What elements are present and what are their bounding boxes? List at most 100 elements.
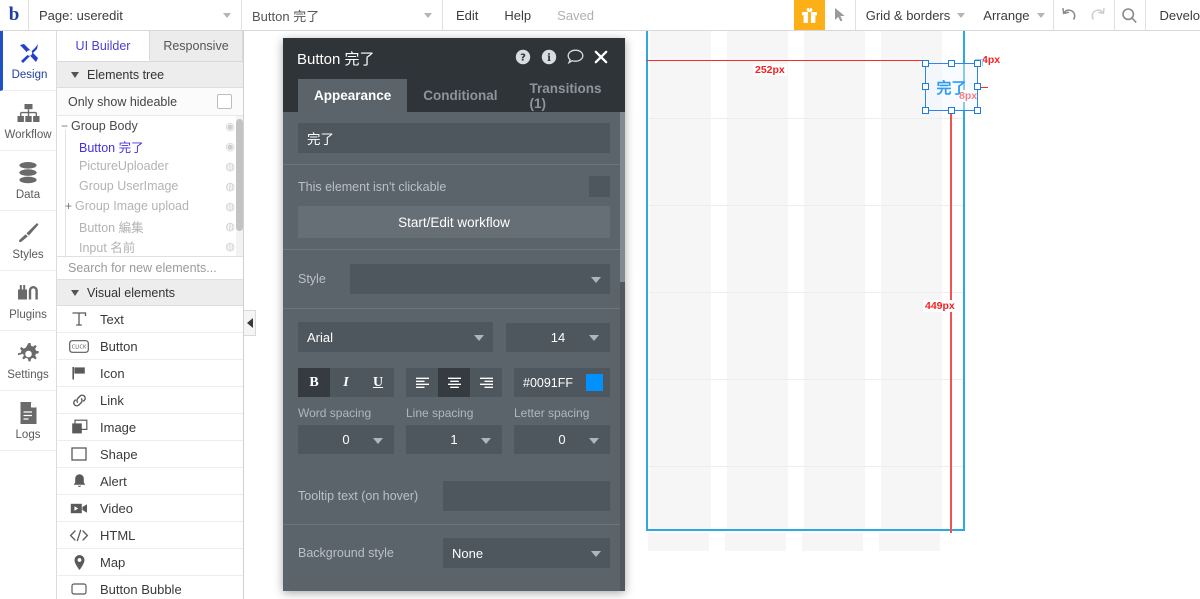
panel-collapse-button[interactable] [244,310,256,336]
elements-tree-header[interactable]: Elements tree [57,62,243,88]
tree-node-group-image-upload[interactable]: + Group Image upload ◍ [57,196,243,216]
element-item-text[interactable]: Text [57,306,243,333]
tree-node-group-userimage[interactable]: Group UserImage ◍ [57,176,243,196]
resize-handle-nw[interactable] [922,60,929,67]
background-label: Background style [298,546,394,560]
tooltip-input[interactable] [443,481,610,511]
question-mark-icon[interactable]: ? [510,49,536,69]
button-text-input[interactable]: 完了 [298,123,610,153]
sidebar-item-logs[interactable]: Logs [0,391,56,451]
cursor-arrow-icon[interactable] [825,0,855,30]
search-new-elements-input[interactable]: Search for new elements... [57,256,243,280]
style-select[interactable] [350,264,610,294]
search-icon[interactable] [1115,0,1145,30]
tab-transitions[interactable]: Transitions (1) [514,79,625,112]
dialog-scrollbar-thumb[interactable] [620,112,625,282]
not-clickable-row[interactable]: This element isn't clickable [298,176,610,197]
grid-column [727,31,788,529]
tree-node-group-body[interactable]: − Group Body ◉ [57,116,243,136]
tree-scrollbar-thumb[interactable] [236,119,243,231]
visual-elements-header[interactable]: Visual elements [57,280,243,306]
sidebar-item-plugins[interactable]: Plugins [0,271,56,331]
sidebar-item-styles[interactable]: Styles [0,211,56,271]
property-editor-dialog[interactable]: Button 完了 ? i Appearance Conditional Tra… [283,38,625,591]
resize-handle-n[interactable] [947,60,955,67]
element-item-shape[interactable]: Shape [57,441,243,468]
tree-node-pictureuploader[interactable]: PictureUploader ◍ [57,156,243,176]
grid-borders-menu[interactable]: Grid & borders [856,0,974,30]
element-item-video[interactable]: Video [57,495,243,522]
bubble-logo[interactable]: b [0,0,28,30]
tree-node-input-namae[interactable]: Input 名前 ◍ [57,236,243,256]
resize-handle-e[interactable] [974,83,981,90]
redo-icon[interactable] [1084,0,1114,30]
eye-off-icon[interactable]: ◍ [221,220,235,233]
element-item-map[interactable]: Map [57,549,243,576]
resize-handle-se[interactable] [974,107,981,114]
eye-off-icon[interactable]: ◍ [221,180,235,193]
sidebar-item-design[interactable]: Design [0,31,56,91]
tab-conditional[interactable]: Conditional [407,79,513,112]
not-clickable-checkbox[interactable] [589,176,610,197]
element-item-button[interactable]: CLICK Button [57,333,243,360]
line-spacing-select[interactable]: 1 [406,425,502,454]
resize-handle-ne[interactable] [974,60,981,67]
eye-icon[interactable]: ◉ [221,140,235,153]
tree-expander-icon[interactable]: − [61,119,71,133]
tab-appearance[interactable]: Appearance [298,79,408,112]
italic-button[interactable]: I [330,368,362,397]
edit-menu[interactable]: Edit [443,0,491,30]
tab-ui-builder[interactable]: UI Builder [57,31,150,61]
page-selector[interactable]: Page: useredit [29,0,241,30]
element-item-icon[interactable]: Icon [57,360,243,387]
start-edit-workflow-button[interactable]: Start/Edit workflow [298,206,610,238]
background-select[interactable]: None [443,538,610,568]
font-color-field[interactable]: #0091FF [514,368,610,397]
color-swatch[interactable] [586,374,603,391]
element-selector[interactable]: Button 完了 [242,0,442,30]
help-menu[interactable]: Help [491,0,544,30]
element-item-label: Alert [100,473,127,489]
sidebar-item-settings[interactable]: Settings [0,331,56,391]
eye-off-icon[interactable]: ◍ [221,240,235,253]
element-item-link[interactable]: Link [57,387,243,414]
eye-off-icon[interactable]: ◍ [221,160,235,173]
element-item-button-bubble[interactable]: Button Bubble [57,576,243,599]
align-left-button[interactable] [406,368,438,397]
element-item-html[interactable]: HTML [57,522,243,549]
font-family-select[interactable]: Arial [298,322,493,352]
resize-handle-s[interactable] [947,107,955,114]
font-size-select[interactable]: 14 [505,322,610,352]
selected-element-button[interactable]: 完了 [922,60,981,114]
tree-expander-icon[interactable]: + [65,199,75,213]
gift-icon[interactable] [793,0,825,30]
resize-handle-w[interactable] [922,83,929,90]
tab-responsive[interactable]: Responsive [150,31,243,61]
tree-node-button-henshuu[interactable]: Button 編集 ◍ [57,216,243,236]
dialog-scrollbar[interactable] [620,112,625,591]
element-item-alert[interactable]: Alert [57,468,243,495]
resize-handle-sw[interactable] [922,107,929,114]
close-icon[interactable] [588,50,614,68]
undo-icon[interactable] [1054,0,1084,30]
eye-off-icon[interactable]: ◍ [221,200,235,213]
underline-button[interactable]: U [362,368,394,397]
sidebar-item-workflow[interactable]: Workflow [0,91,56,151]
tree-scrollbar[interactable] [236,116,243,256]
info-icon[interactable]: i [536,49,562,69]
arrange-menu[interactable]: Arrange [973,0,1052,30]
letter-spacing-select[interactable]: 0 [514,425,610,454]
button-icon [69,583,89,595]
sidebar-item-data[interactable]: Data [0,151,56,211]
develop-menu[interactable]: Develo [1146,0,1200,30]
only-show-hideable-row[interactable]: Only show hideable [57,88,243,116]
align-center-button[interactable] [438,368,470,397]
element-item-image[interactable]: Image [57,414,243,441]
tree-node-button-kanryou[interactable]: Button 完了 ◉ [57,136,243,156]
comment-bubble-icon[interactable] [562,49,588,68]
word-spacing-select[interactable]: 0 [298,425,394,454]
bold-button[interactable]: B [298,368,330,397]
align-right-button[interactable] [470,368,502,397]
eye-icon[interactable]: ◉ [221,120,235,133]
only-show-hideable-checkbox[interactable] [217,94,232,109]
